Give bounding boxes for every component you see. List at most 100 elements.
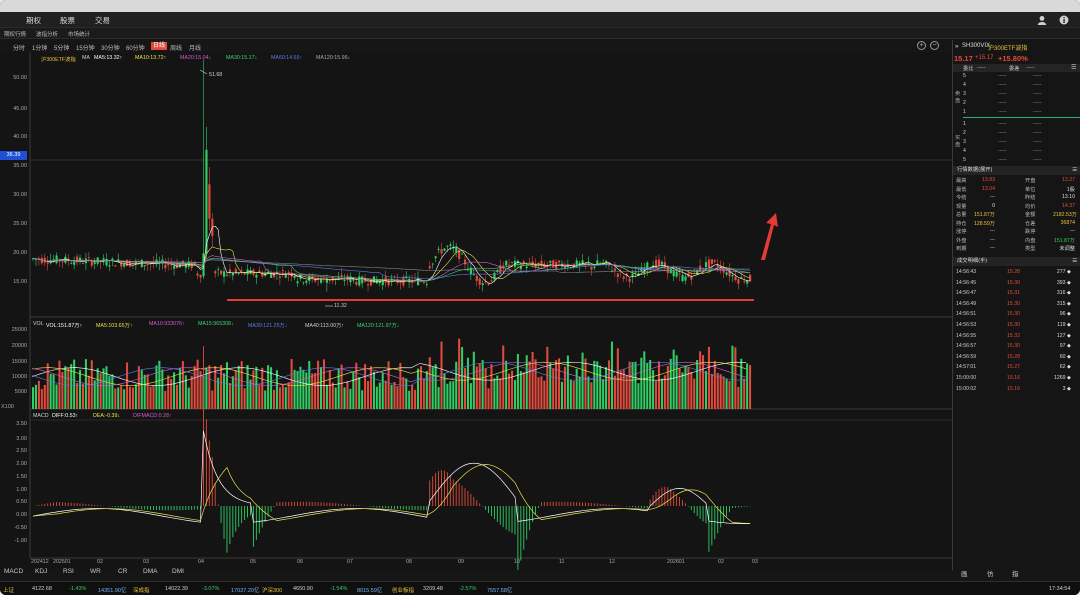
candle-body (81, 263, 85, 264)
candle-body (228, 269, 232, 273)
orderbook-cell: ----- (998, 82, 1007, 88)
menu-icon[interactable]: ☰ (1072, 257, 1077, 266)
volume-bar (555, 360, 558, 409)
trade-price: 15.30 (1007, 300, 1020, 307)
subnav-option-quotes[interactable]: 期权行情 (4, 30, 26, 38)
sell-label: 卖盘 (955, 91, 961, 104)
period-tab-intraday[interactable]: 分时 (13, 43, 25, 52)
candle-body (558, 260, 561, 263)
ind-tab-wr[interactable]: WR (90, 568, 101, 575)
clock: 17:34:54 (1049, 586, 1071, 592)
orderbook-cell: ----- (1033, 73, 1042, 79)
subnav-market-stats[interactable]: 市场统计 (68, 30, 90, 38)
volume-bar (422, 378, 425, 409)
trade-row: 15:00:02 15.16 3 ◆ (953, 386, 1080, 395)
menu-icon[interactable]: ☰ (1072, 166, 1077, 175)
ind-tab-cr[interactable]: CR (118, 568, 127, 575)
volume-bar (731, 345, 734, 409)
kline-chart[interactable] (0, 52, 952, 570)
volume-bar (543, 380, 546, 409)
volume-bar (220, 365, 223, 409)
bid-level: 4 ----- ----- (963, 148, 1080, 156)
volume-bar (123, 389, 126, 409)
volume-bar (181, 360, 184, 409)
volume-bar (140, 369, 143, 409)
stats-cell: 13.04 (982, 185, 995, 192)
period-tab-15min[interactable]: 15分钟 (76, 43, 95, 52)
period-tab-daily[interactable]: 日线 (151, 42, 168, 50)
period-tab-weekly[interactable]: 周线 (170, 43, 182, 52)
volume-bar (328, 369, 331, 409)
volume-bar (414, 389, 417, 409)
volume-bar (710, 373, 713, 409)
candle-body (108, 265, 111, 267)
user-icon[interactable] (1037, 15, 1047, 25)
stats-cell: --- (1069, 228, 1075, 234)
info-icon[interactable] (1059, 15, 1069, 25)
period-tab-5min[interactable]: 5分钟 (54, 43, 69, 52)
trade-volume: 315 ◆ (1056, 300, 1071, 307)
candle-body (478, 278, 481, 285)
ind-tab-dma[interactable]: DMA (143, 568, 157, 575)
volume-bar (334, 387, 337, 409)
stats-cell: 均价 (1025, 203, 1036, 210)
candle-body (528, 262, 531, 264)
nav-arrows-icon[interactable]: » (955, 43, 959, 50)
candle-body (34, 259, 38, 260)
menu-icon[interactable]: ☰ (1071, 64, 1076, 71)
candle-body (93, 262, 96, 265)
trades-header[interactable]: 成交明细(手) ☰ (953, 257, 1080, 266)
stats-cell: 今结 (956, 195, 967, 201)
menu-stocks[interactable]: 股票 (60, 15, 75, 26)
menu-options[interactable]: 期权 (26, 15, 41, 26)
period-tab-monthly[interactable]: 月线 (189, 43, 201, 52)
period-tab-60min[interactable]: 60分钟 (126, 43, 145, 52)
ind-tab-macd[interactable]: MACD (4, 568, 23, 575)
x-label: 12 (609, 559, 615, 565)
ind-tab-dmi[interactable]: DMI (172, 568, 184, 575)
trade-price: 15.30 (1007, 279, 1020, 286)
orderbook-cell: 2 (963, 130, 966, 136)
volume-bar (58, 360, 61, 409)
volume-bar (519, 371, 522, 409)
ind-tab-kdj[interactable]: KDJ (35, 568, 47, 575)
orderbook-cell: 4 (963, 82, 966, 88)
stats-header[interactable]: 行情数据(展开) ☰ (953, 166, 1080, 175)
volume-bar (246, 364, 249, 409)
volume-bar (372, 371, 375, 409)
volume-bar (672, 349, 675, 409)
volume-bar (346, 381, 349, 409)
volume-bar (225, 362, 228, 409)
volume-bar (522, 372, 525, 409)
candle-body (422, 282, 425, 284)
status-index-value: 14022.39 (165, 586, 188, 592)
period-tab-1min[interactable]: 1分钟 (32, 43, 47, 52)
trade-price: 15.31 (1007, 290, 1020, 297)
orderbook-cell: ----- (998, 139, 1007, 145)
volume-bar (475, 366, 478, 409)
zoom-out-icon[interactable]: − (930, 41, 939, 50)
zoom-in-icon[interactable]: + (917, 41, 926, 50)
orderbook-cell: 3 (963, 139, 966, 145)
volume-bar (684, 365, 687, 409)
stats-cell: 最低 (956, 186, 967, 193)
volume-bar (640, 357, 643, 409)
ind-tab-rsi[interactable]: RSI (63, 568, 74, 575)
trade-time: 14:56:43 (956, 269, 977, 275)
volume-bar (716, 372, 719, 409)
orderbook-divider (963, 117, 1080, 118)
menu-trade[interactable]: 交易 (95, 15, 110, 26)
volume-bar (581, 352, 584, 409)
macd-line (32, 464, 751, 524)
volume-bar (587, 376, 590, 409)
candle-body (657, 259, 661, 266)
low-label: 11.32 (334, 303, 347, 309)
subnav-vol-index[interactable]: 波指分析 (36, 30, 58, 38)
volume-bar (108, 375, 111, 409)
trade-volume: 96 ◆ (1059, 311, 1071, 318)
period-tab-30min[interactable]: 30分钟 (101, 43, 120, 52)
status-index-pct: -1.54% (330, 586, 348, 592)
volume-bar (458, 338, 461, 409)
ask-level: 3 ----- ----- (963, 91, 1080, 99)
stats-cell: 2182.53万 (1053, 212, 1077, 218)
